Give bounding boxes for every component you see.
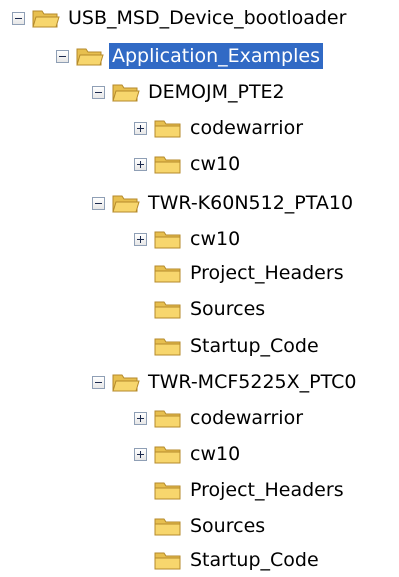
tree-node-sources[interactable]: Sources	[134, 294, 268, 324]
folder-icon	[154, 120, 181, 138]
tree-node-project-headers[interactable]: Project_Headers	[134, 258, 347, 288]
collapse-icon[interactable]	[92, 196, 105, 210]
collapse-icon[interactable]	[56, 49, 69, 63]
tree-node-label: codewarrior	[190, 117, 304, 139]
tree-node-label: TWR-K60N512_PTA10	[148, 192, 354, 214]
tree-node-cw10[interactable]: cw10	[134, 149, 243, 179]
tree-node-label: Project_Headers	[190, 479, 344, 501]
expand-icon[interactable]	[134, 157, 147, 171]
folder-tree: USB_MSD_Device_bootloader Application_Ex…	[0, 0, 399, 577]
tree-node-label: cw10	[190, 228, 241, 250]
tree-node-sources[interactable]: Sources	[134, 511, 268, 541]
collapse-icon[interactable]	[12, 11, 25, 25]
expand-icon[interactable]	[134, 447, 147, 461]
tree-node-label: Application_Examples	[109, 43, 323, 69]
tree-node-cw10[interactable]: cw10	[134, 439, 243, 469]
folder-open-icon	[112, 84, 140, 102]
collapse-icon[interactable]	[92, 375, 105, 389]
tree-node-label: cw10	[190, 443, 241, 465]
tree-node-startup-code[interactable]: Startup_Code	[134, 331, 322, 361]
collapse-icon[interactable]	[92, 85, 105, 99]
tree-node-startup-code[interactable]: Startup_Code	[134, 545, 322, 575]
tree-node-cw10[interactable]: cw10	[134, 224, 243, 254]
folder-icon	[154, 410, 181, 428]
folder-open-icon	[32, 10, 60, 28]
tree-node-demojm-pte2[interactable]: DEMOJM_PTE2	[92, 77, 288, 107]
tree-node-label: TWR-MCF5225X_PTC0	[148, 371, 357, 393]
tree-node-codewarrior[interactable]: codewarrior	[134, 113, 306, 143]
folder-icon	[154, 301, 181, 319]
folder-icon	[154, 231, 181, 249]
folder-icon	[154, 552, 181, 570]
tree-node-label: cw10	[190, 153, 241, 175]
folder-icon	[154, 446, 181, 464]
expand-icon[interactable]	[134, 411, 147, 425]
expand-icon[interactable]	[134, 121, 147, 135]
tree-node-application-examples[interactable]: Application_Examples	[56, 41, 323, 71]
folder-icon	[154, 156, 181, 174]
tree-node-label: DEMOJM_PTE2	[148, 81, 285, 103]
folder-icon	[154, 518, 181, 536]
tree-node-label: codewarrior	[190, 407, 304, 429]
tree-node-codewarrior[interactable]: codewarrior	[134, 403, 306, 433]
tree-node-label: Sources	[190, 298, 266, 320]
tree-node-label: USB_MSD_Device_bootloader	[68, 7, 347, 29]
folder-open-icon	[76, 48, 104, 66]
folder-icon	[154, 265, 181, 283]
tree-node-twr-mcf5225x-ptc0[interactable]: TWR-MCF5225X_PTC0	[92, 367, 359, 397]
tree-node-project-headers[interactable]: Project_Headers	[134, 475, 347, 505]
folder-open-icon	[112, 195, 140, 213]
tree-node-label: Sources	[190, 515, 266, 537]
tree-node-label: Startup_Code	[190, 335, 319, 357]
tree-node-twr-k60n512-pta10[interactable]: TWR-K60N512_PTA10	[92, 188, 356, 218]
folder-open-icon	[112, 374, 140, 392]
folder-icon	[154, 482, 181, 500]
tree-node-label: Project_Headers	[190, 262, 344, 284]
expand-icon[interactable]	[134, 232, 147, 246]
folder-icon	[154, 338, 181, 356]
tree-node-usb-msd-device-bootloader[interactable]: USB_MSD_Device_bootloader	[12, 3, 349, 33]
tree-node-label: Startup_Code	[190, 549, 319, 571]
